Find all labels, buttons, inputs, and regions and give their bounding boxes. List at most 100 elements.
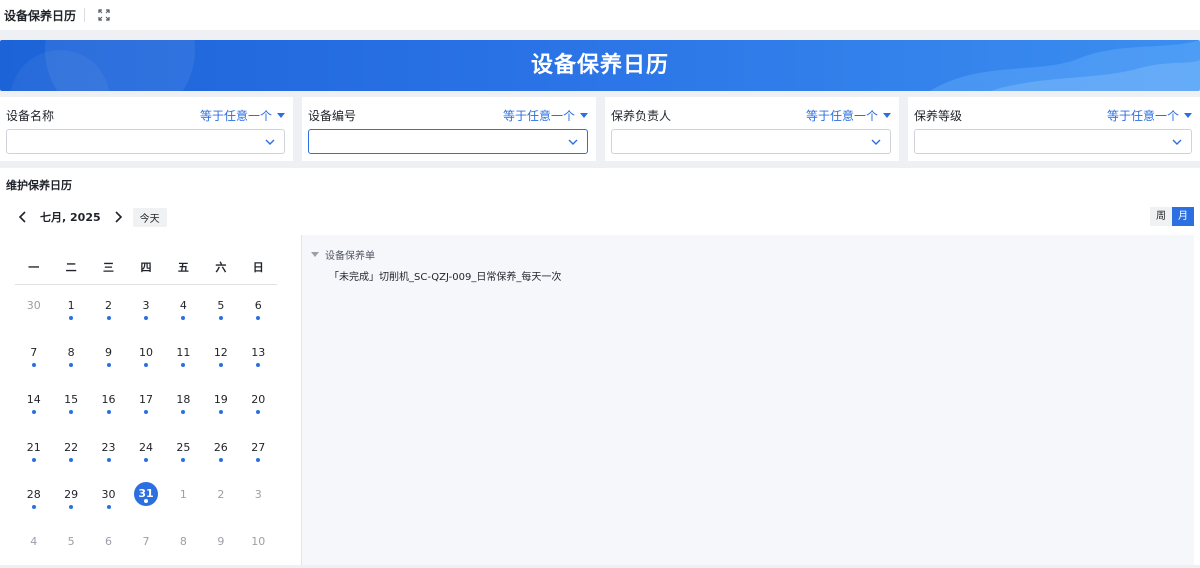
event-item[interactable]: 「未完成」切削机_SC-QZJ-009_日常保养_每天一次: [329, 268, 561, 283]
day-cell[interactable]: 19: [202, 379, 239, 426]
month-grid: 一二三四五六日 30 1 2 3 4 5 6 7 8 9 10 11 12 13 14 15 16 17 18 19 2…: [15, 258, 277, 568]
day-number: 23: [101, 440, 116, 454]
weekday-label: 四: [140, 261, 152, 274]
day-cell[interactable]: 15: [52, 379, 89, 426]
day-cell[interactable]: 3: [240, 474, 277, 521]
event-dot: [69, 316, 74, 320]
day-cell[interactable]: 4: [15, 521, 52, 568]
event-dot: [256, 316, 261, 320]
day-cell[interactable]: 2: [202, 474, 239, 521]
device-code-select[interactable]: [308, 129, 588, 154]
day-cell[interactable]: 20: [240, 379, 277, 426]
day-cell[interactable]: 24: [127, 427, 164, 474]
day-cell[interactable]: 6: [240, 285, 277, 332]
day-cell[interactable]: 7: [15, 332, 52, 379]
owner-select[interactable]: [611, 129, 891, 154]
day-cell[interactable]: 17: [127, 379, 164, 426]
filter-operator-dropdown[interactable]: 等于任意一个: [806, 107, 891, 124]
day-cell[interactable]: 8: [52, 332, 89, 379]
day-cell[interactable]: 16: [90, 379, 127, 426]
day-cell[interactable]: 11: [165, 332, 202, 379]
day-cell[interactable]: 1: [52, 285, 89, 332]
day-cell[interactable]: 9: [202, 521, 239, 568]
day-cell[interactable]: 5: [52, 521, 89, 568]
day-cell[interactable]: 21: [15, 427, 52, 474]
week-row: 21 22 23 24 25 26 27: [15, 427, 277, 474]
day-cell[interactable]: 30: [15, 285, 52, 332]
event-dot: [31, 363, 36, 368]
day-cell[interactable]: 12: [202, 332, 239, 379]
filter-operator-dropdown[interactable]: 等于任意一个: [1107, 107, 1192, 124]
day-number: 12: [213, 346, 228, 360]
day-cell[interactable]: 27: [240, 427, 277, 474]
day-number: 14: [26, 393, 41, 407]
day-cell[interactable]: 23: [90, 427, 127, 474]
filter-operator-dropdown[interactable]: 等于任意一个: [503, 107, 588, 124]
day-cell[interactable]: 30: [90, 474, 127, 521]
day-cell[interactable]: 6: [90, 521, 127, 568]
caret-down-icon: [1184, 113, 1192, 118]
day-cell[interactable]: 7: [127, 521, 164, 568]
day-cell[interactable]: 9: [90, 332, 127, 379]
day-number: 26: [213, 440, 228, 454]
day-number: 30: [26, 299, 41, 312]
filter-label: 设备编号: [308, 109, 357, 123]
day-cell[interactable]: 5: [202, 285, 239, 332]
day-number: 13: [251, 346, 266, 360]
day-cell[interactable]: 3: [127, 285, 164, 332]
week-view-button[interactable]: 周: [1150, 207, 1172, 226]
day-cell[interactable]: 4: [165, 285, 202, 332]
weekday-label: 日: [252, 261, 264, 274]
day-number: 4: [30, 534, 38, 548]
day-number: 5: [67, 534, 75, 548]
prev-month-icon[interactable]: [16, 210, 30, 224]
event-dot: [256, 363, 261, 368]
day-cell[interactable]: 10: [240, 521, 277, 568]
filter-operator-dropdown[interactable]: 等于任意一个: [200, 107, 285, 124]
weekday-label: 六: [215, 261, 227, 274]
day-cell-selected[interactable]: 31: [127, 474, 164, 521]
week-row: 14 15 16 17 18 19 20: [15, 379, 277, 426]
day-cell[interactable]: 10: [127, 332, 164, 379]
event-dot: [256, 457, 261, 462]
day-cell[interactable]: 22: [52, 427, 89, 474]
day-cell[interactable]: 18: [165, 379, 202, 426]
week-row: 7 8 9 10 11 12 13: [15, 332, 277, 379]
caret-down-icon: [277, 113, 285, 118]
filter-operator-label: 等于任意一个: [805, 109, 878, 123]
day-number: 20: [251, 393, 266, 407]
event-dot: [143, 410, 148, 415]
day-number: 2: [217, 487, 225, 501]
day-cell[interactable]: 1: [165, 474, 202, 521]
event-dot: [256, 410, 261, 415]
day-number: 16: [101, 393, 116, 407]
event-dot: [106, 457, 111, 462]
event-dot: [31, 410, 36, 415]
event-dot: [106, 504, 111, 509]
day-cell[interactable]: 29: [52, 474, 89, 521]
today-button[interactable]: 今天: [132, 207, 167, 227]
chevron-down-icon: [265, 139, 275, 145]
calendar-nav: 七月, 2025 今天: [16, 207, 167, 227]
day-cell[interactable]: 8: [165, 521, 202, 568]
day-cell[interactable]: 25: [165, 427, 202, 474]
level-select[interactable]: [914, 129, 1192, 154]
day-cell[interactable]: 2: [90, 285, 127, 332]
fullscreen-icon[interactable]: [97, 8, 111, 22]
day-cell[interactable]: 14: [15, 379, 52, 426]
chevron-down-icon: [871, 139, 881, 145]
day-number: 9: [105, 346, 113, 360]
weekday-label: 五: [177, 261, 189, 274]
day-number: 6: [105, 534, 113, 548]
next-month-icon[interactable]: [111, 210, 125, 224]
filter-owner: 保养负责人 等于任意一个: [605, 97, 899, 161]
month-view-button[interactable]: 月: [1172, 207, 1194, 226]
day-number: 7: [30, 346, 38, 360]
event-dot: [143, 316, 148, 320]
week-row: 28 29 30 31 1 2 3: [15, 474, 277, 521]
day-cell[interactable]: 13: [240, 332, 277, 379]
event-group-header[interactable]: 设备保养单: [311, 247, 375, 262]
day-cell[interactable]: 28: [15, 474, 52, 521]
device-name-select[interactable]: [6, 129, 285, 154]
day-cell[interactable]: 26: [202, 427, 239, 474]
